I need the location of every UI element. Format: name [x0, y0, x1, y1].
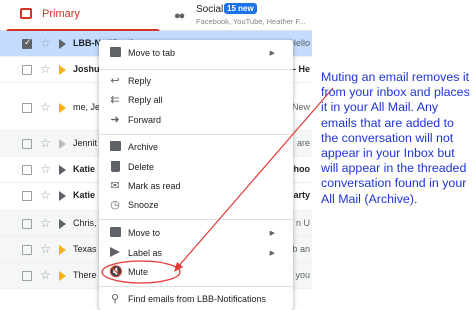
- row-snippet: - He: [292, 64, 310, 74]
- menu-item-label: Reply: [128, 76, 152, 86]
- tab-social-label: Social: [196, 4, 224, 15]
- row-snippet: are: [296, 138, 310, 148]
- email-context-menu: Move to tab ▶ ↩ Reply ⇇ Reply all ➜ Forw…: [99, 40, 293, 310]
- star-icon[interactable]: ☆: [40, 100, 51, 114]
- screenshot-stage: Primary ●● Social 15 new Facebook, YouTu…: [0, 0, 474, 310]
- menu-divider: [99, 134, 293, 135]
- new-count-badge: 15 new: [224, 3, 257, 14]
- move-to-tab-icon: [109, 47, 121, 59]
- menu-item-label: Move to: [128, 228, 161, 238]
- row-snippet: hoo: [293, 164, 311, 174]
- row-checkbox[interactable]: [22, 139, 32, 149]
- menu-item-reply[interactable]: ↩ Reply: [99, 72, 293, 92]
- importance-marker-icon[interactable]: [59, 65, 66, 75]
- menu-item-label: Mark as read: [128, 181, 181, 191]
- row-sender: Joshu: [73, 64, 100, 74]
- tab-social[interactable]: ●● Social 15 new Facebook, YouTube, Heat…: [168, 0, 312, 31]
- menu-item-label: Find emails from LBB-Notifications: [128, 294, 267, 304]
- row-checkbox[interactable]: [22, 245, 32, 255]
- star-icon[interactable]: ☆: [40, 242, 51, 256]
- importance-marker-icon[interactable]: [59, 219, 66, 229]
- star-icon[interactable]: ☆: [40, 36, 51, 50]
- menu-item-find-emails[interactable]: ⚲ Find emails from LBB-Notifications: [99, 290, 293, 310]
- inbox-tabs: Primary ●● Social 15 new Facebook, YouTu…: [0, 0, 312, 32]
- menu-item-reply-all[interactable]: ⇇ Reply all: [99, 91, 293, 111]
- menu-item-mute[interactable]: 🔇 Mute: [99, 263, 293, 283]
- reply-icon: ↩: [110, 75, 120, 87]
- menu-item-label: Archive: [128, 142, 159, 152]
- people-icon: ●●: [174, 10, 185, 22]
- row-checkbox[interactable]: [22, 165, 32, 175]
- menu-item-label: Move to tab: [128, 48, 176, 58]
- row-checkbox[interactable]: [22, 271, 32, 281]
- menu-item-label: Label as: [128, 248, 163, 258]
- star-icon[interactable]: ☆: [40, 216, 51, 230]
- row-checkbox[interactable]: [22, 65, 32, 75]
- menu-item-mark-as-read[interactable]: ✉ Mark as read: [99, 177, 293, 197]
- menu-item-label: Snooze: [128, 200, 159, 210]
- mute-icon: 🔇: [109, 266, 123, 278]
- row-snippet: b an: [292, 244, 310, 254]
- tab-primary[interactable]: Primary: [0, 0, 160, 32]
- menu-item-move-to[interactable]: Move to ▶: [99, 224, 293, 244]
- menu-item-label: Forward: [128, 115, 162, 125]
- importance-marker-icon[interactable]: [59, 271, 66, 281]
- menu-item-label: Delete: [128, 162, 155, 172]
- forward-icon: ➜: [110, 114, 120, 126]
- importance-marker-icon[interactable]: [59, 139, 66, 149]
- tab-primary-label: Primary: [42, 8, 80, 20]
- tab-social-senders: Facebook, YouTube, Heather F...: [196, 17, 306, 26]
- row-snippet: New: [291, 102, 310, 112]
- submenu-arrow-icon: ▶: [269, 230, 275, 237]
- row-snippet: arty: [293, 190, 310, 200]
- row-sender: Jennit: [73, 138, 98, 148]
- menu-item-delete[interactable]: Delete: [99, 158, 293, 178]
- star-icon[interactable]: ☆: [40, 162, 51, 176]
- menu-item-label: Mute: [128, 267, 149, 277]
- archive-icon: [109, 141, 121, 153]
- row-checkbox[interactable]: [22, 37, 32, 49]
- annotation-text: Muting an email removes it from your inb…: [321, 70, 470, 206]
- row-snippet: n U: [295, 218, 310, 228]
- menu-item-forward[interactable]: ➜ Forward: [99, 111, 293, 131]
- reply-all-icon: ⇇: [110, 94, 120, 106]
- move-to-icon: [109, 227, 121, 239]
- importance-marker-icon[interactable]: [59, 39, 66, 49]
- importance-marker-icon[interactable]: [59, 245, 66, 255]
- star-icon[interactable]: ☆: [40, 62, 51, 76]
- row-sender: There: [73, 270, 97, 280]
- menu-item-label-as[interactable]: Label as ▶: [99, 244, 293, 264]
- submenu-arrow-icon: ▶: [269, 250, 275, 257]
- row-checkbox[interactable]: [22, 219, 32, 229]
- menu-item-label: Reply all: [128, 95, 163, 105]
- gmail-inbox-panel: Primary ●● Social 15 new Facebook, YouTu…: [0, 0, 312, 310]
- row-sender: Texas: [73, 244, 97, 254]
- envelope-open-icon: ✉: [110, 180, 120, 192]
- submenu-arrow-icon: ▶: [269, 50, 275, 57]
- row-sender: me, Je: [73, 102, 101, 112]
- importance-marker-icon[interactable]: [59, 103, 66, 113]
- importance-marker-icon[interactable]: [59, 191, 66, 201]
- menu-divider: [99, 219, 293, 220]
- menu-item-archive[interactable]: Archive: [99, 138, 293, 158]
- row-checkbox[interactable]: [22, 191, 32, 201]
- trash-icon: [109, 161, 121, 173]
- menu-item-move-to-tab[interactable]: Move to tab ▶: [99, 44, 293, 64]
- menu-divider: [99, 69, 293, 70]
- star-icon[interactable]: ☆: [40, 136, 51, 150]
- row-checkbox[interactable]: [22, 103, 32, 113]
- row-sender: Katie: [73, 190, 96, 200]
- search-icon: ⚲: [110, 293, 120, 305]
- inbox-icon: [20, 8, 32, 19]
- row-sender: Katie: [73, 164, 96, 174]
- star-icon[interactable]: ☆: [40, 268, 51, 282]
- importance-marker-icon[interactable]: [59, 165, 66, 175]
- row-sender: Chris,: [73, 218, 97, 228]
- clock-icon: ◷: [110, 199, 120, 211]
- row-snippet: you: [295, 270, 310, 280]
- menu-divider: [99, 286, 293, 287]
- label-icon: [109, 247, 121, 259]
- menu-item-snooze[interactable]: ◷ Snooze: [99, 196, 293, 216]
- star-icon[interactable]: ☆: [40, 188, 51, 202]
